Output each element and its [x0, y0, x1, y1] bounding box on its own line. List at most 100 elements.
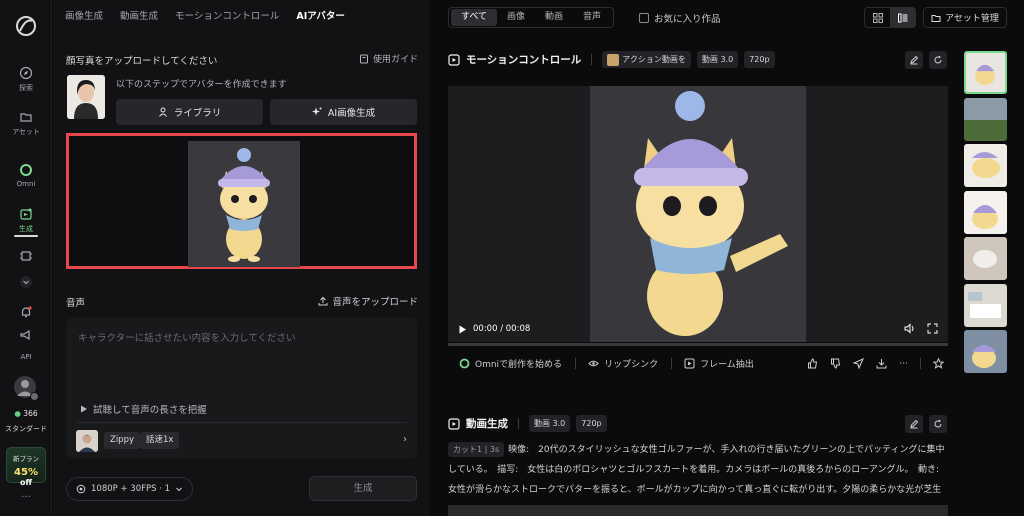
video-progress-bar[interactable]	[448, 343, 948, 346]
favorites-checkbox[interactable]: お気に入り作品	[639, 11, 721, 25]
thumbnail-item[interactable]	[964, 97, 1007, 141]
uploaded-image-area[interactable]	[66, 133, 417, 269]
thumbnail-item[interactable]	[964, 330, 1007, 373]
more-options-icon[interactable]: ···	[899, 359, 908, 369]
download-icon[interactable]	[876, 358, 887, 369]
edit-button[interactable]	[905, 51, 923, 69]
folder-icon	[20, 113, 32, 122]
ai-image-gen-button[interactable]: AI画像生成	[270, 99, 417, 125]
grid-view-button[interactable]	[865, 8, 890, 27]
play-icon[interactable]	[458, 325, 467, 334]
voice-avatar[interactable]	[76, 430, 98, 452]
cut-chip: カット1 | 3s	[448, 442, 505, 457]
refresh-icon	[934, 55, 942, 64]
usage-guide-link[interactable]: 使用ガイド	[359, 52, 418, 65]
thumbnail-item[interactable]	[964, 190, 1007, 234]
frame-extract-icon	[684, 358, 695, 369]
second-video-preview[interactable]	[448, 505, 948, 516]
speech-textarea[interactable]: キャラクターに話させたい内容を入力してください 試聴して音声の長さを把握 Zip…	[66, 318, 417, 458]
resolution-tag: 720p	[576, 415, 607, 432]
thumbnail-item[interactable]	[964, 237, 1007, 280]
pencil-icon	[910, 419, 919, 429]
more-icon[interactable]: ···	[0, 492, 52, 503]
results-area: すべて 画像 動画 音声 お気に入り作品 アセット管理 モーションコントロール …	[431, 0, 1024, 516]
history-thumbnails	[964, 51, 1008, 377]
credit-drop-icon: ●	[14, 409, 21, 418]
list-view-button[interactable]	[890, 8, 915, 27]
bell-icon	[21, 306, 32, 318]
asset-management-button[interactable]: アセット管理	[923, 7, 1007, 28]
promo-banner[interactable]: 新プラン 45% off	[6, 447, 46, 487]
rail-api-label: API	[20, 353, 32, 361]
filter-image[interactable]: 画像	[497, 9, 535, 26]
model-tag: 動画 3.0	[529, 415, 571, 432]
filter-all[interactable]: すべて	[451, 9, 498, 26]
share-icon[interactable]	[853, 358, 865, 369]
thumbs-down-icon[interactable]	[830, 358, 841, 369]
tab-image-gen[interactable]: 画像生成	[65, 8, 103, 22]
reference-video-tag[interactable]: アクション動画を	[602, 51, 691, 68]
rail-api[interactable]: API	[0, 353, 52, 361]
rail-notifications[interactable]	[0, 305, 52, 322]
prompt-description: カット1 | 3s 映像: 20代のスタイリッシュな女性ゴルファーが、手入れの行き…	[448, 440, 948, 500]
fullscreen-icon[interactable]	[927, 323, 938, 334]
cut-label: カット1	[453, 445, 483, 454]
omni-create-button[interactable]: Omniで創作を始める	[459, 357, 562, 370]
lip-sync-button[interactable]: リップシンク	[588, 357, 658, 370]
thumbnail-item[interactable]	[964, 51, 1007, 94]
filter-video[interactable]: 動画	[535, 9, 573, 26]
rail-assets-label: アセット	[12, 128, 40, 136]
player-right-controls	[904, 323, 938, 334]
rail-expand[interactable]	[0, 275, 52, 292]
regenerate-button[interactable]	[929, 51, 947, 69]
video-gen-card-title: 動画生成	[466, 418, 508, 430]
ai-image-gen-label: AI画像生成	[327, 108, 376, 119]
settings-icon	[76, 484, 86, 494]
tab-video-gen[interactable]: 動画生成	[120, 8, 158, 22]
grid-icon	[872, 12, 883, 23]
resolution-selector[interactable]: 1080P + 30FPS · 1	[66, 477, 194, 501]
prompt-line-1: カット1 | 3s 映像: 20代のスタイリッシュな女性ゴルファーが、手入れの行き…	[448, 440, 948, 460]
favorites-label: お気に入り作品	[654, 14, 721, 25]
app-logo-icon[interactable]	[14, 14, 38, 38]
preview-audio-button[interactable]: 試聴して音声の長さを把握	[80, 402, 207, 416]
thumbnail-item[interactable]	[964, 144, 1007, 187]
resolution-tag: 720p	[744, 51, 775, 68]
rail-avatar-tool[interactable]	[0, 249, 52, 266]
explore-icon	[19, 66, 33, 80]
thumbs-up-icon[interactable]	[807, 358, 818, 369]
left-rail: 探索 アセット Omni 生成 API ● 366 スタンダード 新プラン 45…	[0, 0, 52, 516]
voice-name-chip[interactable]: Zippy	[104, 432, 141, 449]
rail-announcements[interactable]	[0, 328, 52, 345]
rail-explore[interactable]: 探索	[0, 66, 52, 93]
regenerate-button[interactable]	[929, 415, 947, 433]
frame-icon	[20, 251, 32, 261]
library-button-label: ライブラリ	[173, 108, 222, 119]
edit-button[interactable]	[905, 415, 923, 433]
frame-extract-button[interactable]: フレーム抽出	[684, 357, 754, 370]
thumbnail-item[interactable]	[964, 283, 1007, 327]
video-player[interactable]: 00:00 / 00:08	[448, 86, 948, 342]
filter-audio[interactable]: 音声	[573, 9, 611, 26]
lip-sync-label: リップシンク	[604, 360, 659, 370]
video-time: 00:00 / 00:08	[473, 324, 531, 334]
divider	[575, 358, 577, 369]
library-button[interactable]: ライブラリ	[116, 99, 263, 125]
generate-button[interactable]: 生成	[309, 476, 417, 501]
prompt-line-3: 女性が滑らかなストロークでパターを振ると、ボールがカップに向かって真っ直ぐに転が…	[448, 485, 942, 495]
divider	[920, 358, 921, 369]
rail-generate[interactable]: 生成	[0, 207, 52, 234]
star-icon[interactable]	[933, 358, 944, 369]
tab-ai-avatar[interactable]: AIアバター	[296, 8, 345, 22]
rail-assets[interactable]: アセット	[0, 110, 52, 137]
audio-upload-button[interactable]: 音声をアップロード	[318, 294, 418, 308]
rail-omni[interactable]: Omni	[0, 163, 52, 188]
volume-icon[interactable]	[904, 323, 915, 334]
credits-display[interactable]: ● 366	[0, 409, 52, 418]
chevron-right-icon[interactable]: ›	[403, 434, 407, 445]
divider	[591, 54, 593, 65]
sparkle-icon	[311, 107, 322, 116]
tab-motion-control[interactable]: モーションコントロール	[175, 8, 279, 22]
voice-speed-chip[interactable]: 話速1x	[140, 432, 180, 449]
rail-omni-label: Omni	[16, 180, 36, 188]
